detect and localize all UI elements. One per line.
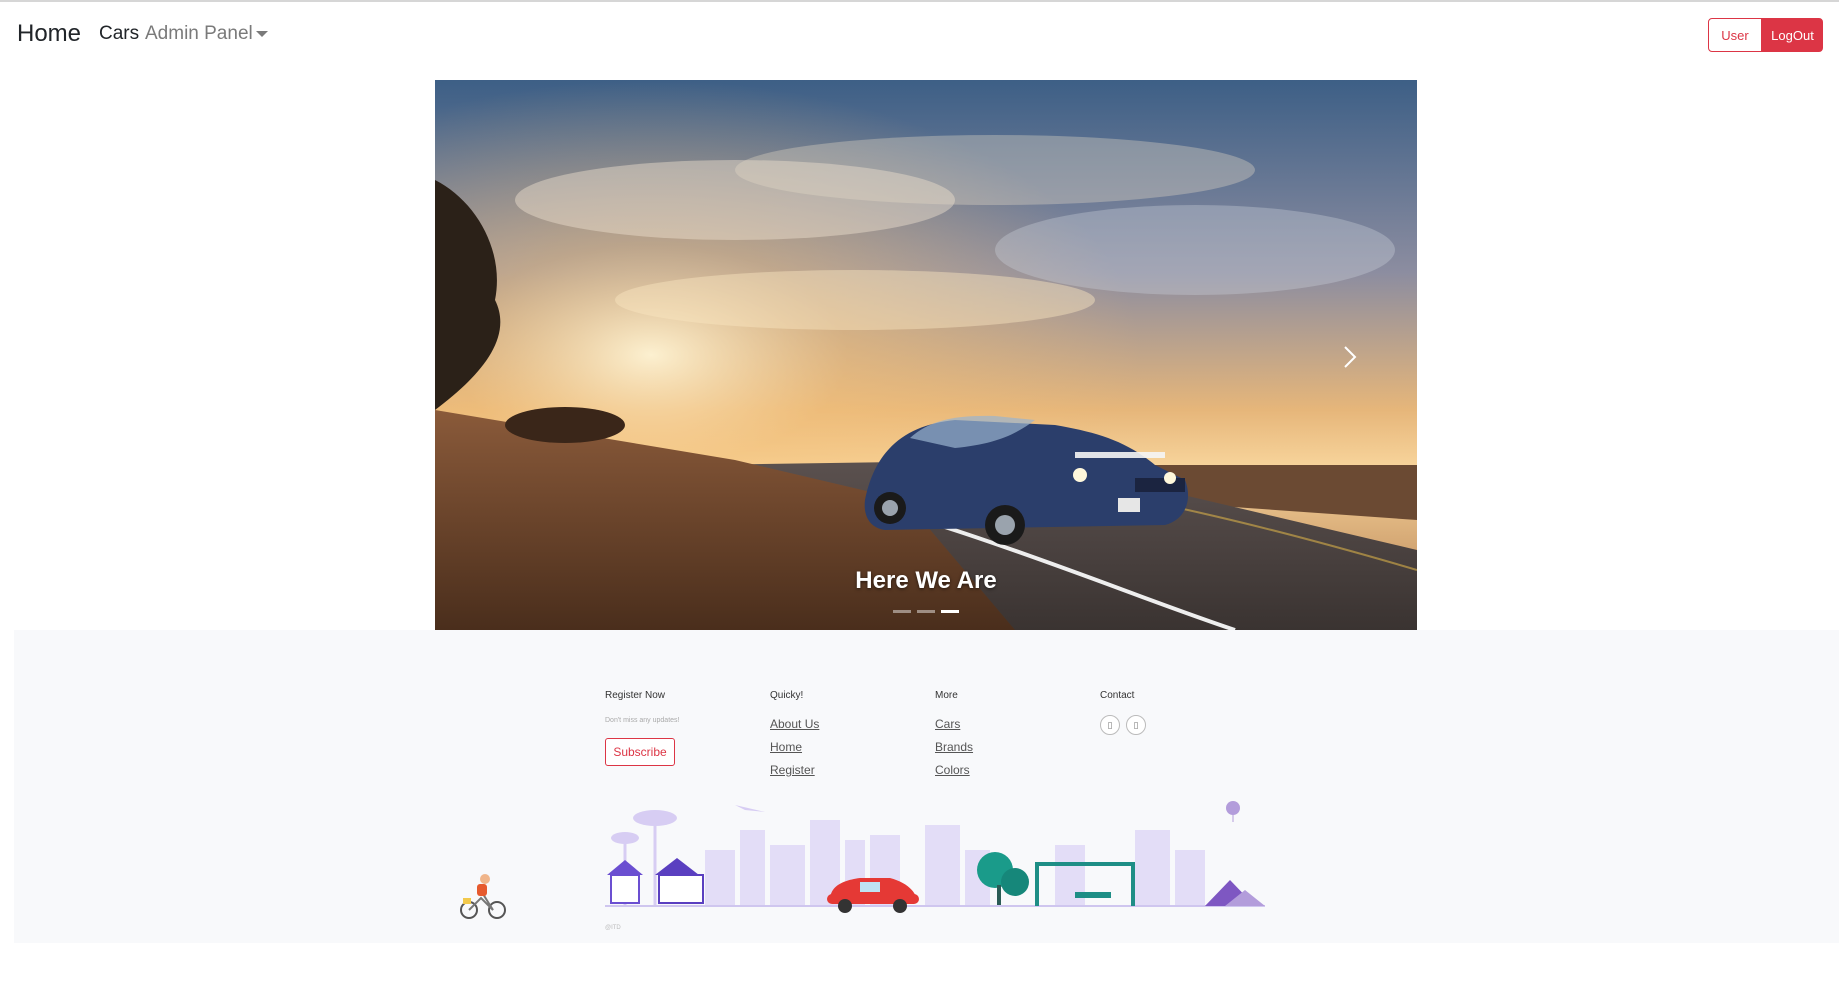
footer: Register Now Don't miss any updates! Sub… bbox=[14, 630, 1839, 943]
footer-register-column: Register Now Don't miss any updates! Sub… bbox=[605, 690, 679, 766]
carousel-next-button[interactable] bbox=[1335, 342, 1365, 372]
phone-icon[interactable]: ▯ bbox=[1100, 715, 1120, 735]
footer-more-title: More bbox=[935, 690, 958, 701]
footer-quick-title: Quicky! bbox=[770, 690, 804, 701]
nav-link-cars[interactable]: Cars bbox=[99, 22, 139, 46]
footer-link-home[interactable]: Home bbox=[770, 740, 819, 755]
navbar: Home Cars Admin Panel User LogOut bbox=[0, 2, 1839, 62]
caret-down-icon[interactable] bbox=[256, 31, 268, 37]
footer-contact-column: Contact ▯ ▯ bbox=[1100, 690, 1146, 735]
carousel-caption: Here We Are bbox=[855, 567, 997, 594]
footer-quick-column: Quicky! About Us Home Register bbox=[770, 690, 819, 786]
footer-register-subtitle: Don't miss any updates! bbox=[605, 717, 680, 724]
navbar-brand-home[interactable]: Home bbox=[17, 19, 81, 49]
footer-link-brands[interactable]: Brands bbox=[935, 740, 973, 755]
subscribe-button[interactable]: Subscribe bbox=[605, 738, 675, 766]
footer-link-register[interactable]: Register bbox=[770, 763, 819, 778]
cyclist-illustration bbox=[460, 874, 506, 919]
copyright-text: @ITD bbox=[605, 925, 621, 931]
phone-icon[interactable]: ▯ bbox=[1126, 715, 1146, 735]
footer-contact-title: Contact bbox=[1100, 690, 1135, 701]
carousel-indicators bbox=[435, 610, 1417, 613]
chevron-right-icon bbox=[1344, 346, 1357, 368]
footer-more-column: More Cars Brands Colors bbox=[935, 690, 973, 786]
carousel-slide-image bbox=[435, 80, 1417, 630]
carousel-indicator-3[interactable] bbox=[941, 610, 959, 613]
contact-icons: ▯ ▯ bbox=[1100, 715, 1146, 735]
carousel-indicator-2[interactable] bbox=[917, 610, 935, 613]
nav-dropdown-admin-panel[interactable]: Admin Panel bbox=[145, 22, 253, 46]
hero-carousel: Here We Are bbox=[435, 80, 1417, 630]
logout-button[interactable]: LogOut bbox=[1762, 18, 1823, 52]
city-illustration bbox=[605, 801, 1265, 913]
carousel-indicator-1[interactable] bbox=[893, 610, 911, 613]
footer-register-title: Register Now bbox=[605, 690, 666, 701]
footer-link-about-us[interactable]: About Us bbox=[770, 717, 819, 732]
footer-link-cars[interactable]: Cars bbox=[935, 717, 973, 732]
user-button[interactable]: User bbox=[1708, 18, 1762, 52]
footer-link-colors[interactable]: Colors bbox=[935, 763, 973, 778]
